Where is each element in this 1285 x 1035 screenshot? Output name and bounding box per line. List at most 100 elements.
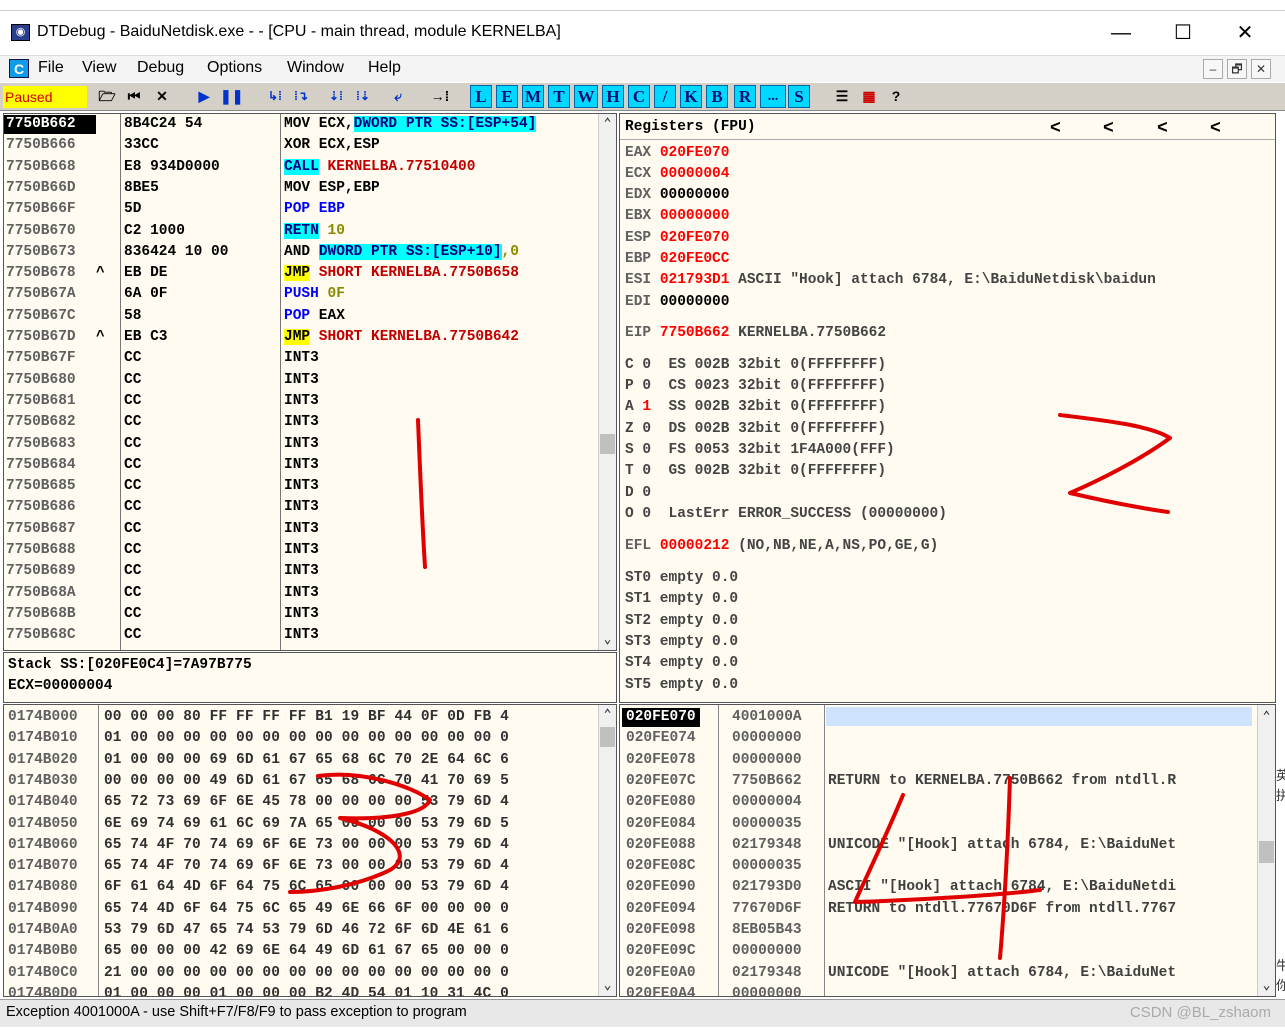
register-line[interactable]: ST0 empty 0.0 bbox=[625, 568, 738, 588]
disasm-row[interactable]: 7750B689 CC INT3 bbox=[4, 561, 604, 582]
menu-window[interactable]: Window bbox=[287, 59, 344, 77]
toolbar-handles-button[interactable]: H bbox=[602, 85, 624, 108]
scroll-up-icon[interactable]: ⌃ bbox=[599, 706, 616, 723]
register-line[interactable]: EAX 020FE070 bbox=[625, 143, 729, 163]
goto-icon[interactable]: →⁞ bbox=[428, 85, 452, 108]
toolbar-log-button[interactable]: L bbox=[470, 85, 492, 108]
scroll-up-icon[interactable]: ⌃ bbox=[1258, 708, 1275, 725]
minimize-button[interactable]: — bbox=[1098, 17, 1144, 51]
disassembly-scrollbar[interactable]: ⌃ ⌄ bbox=[598, 114, 616, 650]
register-line[interactable]: ST1 empty 0.0 bbox=[625, 589, 738, 609]
scroll-down-icon[interactable]: ⌄ bbox=[599, 977, 616, 994]
disasm-row[interactable]: 7750B662 8B4C24 54 MOV ECX,DWORD PTR SS:[E… bbox=[4, 114, 604, 135]
close-icon[interactable]: ✕ bbox=[150, 85, 174, 108]
scroll-down-icon[interactable]: ⌄ bbox=[1258, 977, 1275, 994]
register-line[interactable]: EDI 00000000 bbox=[625, 292, 729, 312]
grid-icon[interactable]: ▦ bbox=[857, 85, 881, 108]
disasm-row[interactable]: 7750B66D 8BE5 MOV ESP,EBP bbox=[4, 178, 604, 199]
register-line[interactable]: EBP 020FE0CC bbox=[625, 249, 729, 269]
register-line[interactable]: T 0 GS 002B 32bit 0(FFFFFFFF) bbox=[625, 461, 886, 481]
toolbar-breakpoints-button[interactable]: B bbox=[706, 85, 728, 108]
disasm-row[interactable]: 7750B687 CC INT3 bbox=[4, 519, 604, 540]
trace-into-icon[interactable]: ⇣⁞ bbox=[324, 85, 348, 108]
toolbar-memory-button[interactable]: M bbox=[522, 85, 544, 108]
toolbar-references-button[interactable]: R bbox=[734, 85, 756, 108]
scroll-down-icon[interactable]: ⌄ bbox=[599, 631, 616, 648]
trace-over-icon[interactable]: ⁞⇣ bbox=[351, 85, 375, 108]
stack-scrollbar[interactable]: ⌃ ⌄ bbox=[1257, 705, 1275, 996]
scroll-thumb[interactable] bbox=[600, 727, 615, 747]
register-line[interactable]: ST2 empty 0.0 bbox=[625, 611, 738, 631]
register-line[interactable]: ST4 empty 0.0 bbox=[625, 653, 738, 673]
step-into-icon[interactable]: ↳⁞ bbox=[263, 85, 287, 108]
maximize-button[interactable]: ☐ bbox=[1160, 17, 1206, 51]
rewind-icon[interactable]: ⏮ bbox=[122, 85, 146, 108]
disasm-row[interactable]: 7750B66F 5D POP EBP bbox=[4, 199, 604, 220]
disasm-row[interactable]: 7750B686 CC INT3 bbox=[4, 497, 604, 518]
disasm-row[interactable]: 7750B682 CC INT3 bbox=[4, 412, 604, 433]
disasm-row[interactable]: 7750B673 836424 10 00 AND DWORD PTR SS:[ES… bbox=[4, 242, 604, 263]
register-line[interactable]: EIP 7750B662 KERNELBA.7750B662 bbox=[625, 323, 886, 343]
dump-scrollbar[interactable]: ⌃ ⌄ bbox=[598, 705, 616, 996]
menu-options[interactable]: Options bbox=[207, 59, 262, 77]
disasm-row[interactable]: 7750B681 CC INT3 bbox=[4, 391, 604, 412]
register-line[interactable]: EFL 00000212 (NO,NB,NE,A,NS,PO,GE,G) bbox=[625, 536, 938, 556]
toolbar-modules-button[interactable]: E bbox=[496, 85, 518, 108]
disasm-row[interactable]: 7750B67D ^ EB C3 JMP SHORT KERNELBA.7750B64… bbox=[4, 327, 604, 348]
disasm-row[interactable]: 7750B68A CC INT3 bbox=[4, 583, 604, 604]
disasm-row[interactable]: 7750B678 ^ EB DE JMP SHORT KERNELBA.7750B65… bbox=[4, 263, 604, 284]
disasm-row[interactable]: 7750B683 CC INT3 bbox=[4, 434, 604, 455]
stack-pane[interactable]: 020FE070 4001000A 020FE074 00000000 020FE078… bbox=[619, 704, 1276, 997]
menu-view[interactable]: View bbox=[82, 59, 116, 77]
disasm-row[interactable]: 7750B670 C2 1000 RETN 10 bbox=[4, 221, 604, 242]
register-line[interactable]: C 0 ES 002B 32bit 0(FFFFFFFF) bbox=[625, 355, 886, 375]
register-line[interactable]: Z 0 DS 002B 32bit 0(FFFFFFFF) bbox=[625, 419, 886, 439]
chevron-left-icon[interactable]: < bbox=[1050, 119, 1061, 139]
toolbar-source-button[interactable]: S bbox=[788, 85, 810, 108]
disasm-row[interactable]: 7750B688 CC INT3 bbox=[4, 540, 604, 561]
toolbar-runtrace-button[interactable]: ... bbox=[760, 85, 786, 108]
chevron-left-icon[interactable]: < bbox=[1103, 119, 1114, 139]
scroll-up-icon[interactable]: ⌃ bbox=[599, 115, 616, 132]
memory-dump-pane[interactable]: 0174B000 00 00 00 80 FF FF FF FF B1 19 BF… bbox=[3, 704, 617, 997]
mdi-minimize-button[interactable]: – bbox=[1203, 59, 1223, 79]
step-over-icon[interactable]: ⁞↴ bbox=[289, 85, 313, 108]
register-line[interactable]: ESI 021793D1 ASCII "Hook] attach 6784, E… bbox=[625, 270, 1156, 290]
disassembly-pane[interactable]: 7750B662 8B4C24 54 MOV ECX,DWORD PTR SS:[E… bbox=[3, 113, 617, 651]
disasm-row[interactable]: 7750B68C CC INT3 bbox=[4, 625, 604, 646]
register-line[interactable]: D 0 bbox=[625, 483, 651, 503]
toolbar-windows-button[interactable]: W bbox=[574, 85, 598, 108]
disasm-row[interactable]: 7750B68B CC INT3 bbox=[4, 604, 604, 625]
register-line[interactable]: EBX 00000000 bbox=[625, 206, 729, 226]
menu-help[interactable]: Help bbox=[368, 59, 401, 77]
execute-till-return-icon[interactable]: ⤶ bbox=[386, 85, 410, 108]
scroll-thumb[interactable] bbox=[1259, 841, 1274, 863]
list-icon[interactable]: ☰ bbox=[830, 85, 854, 108]
toolbar-threads-button[interactable]: T bbox=[548, 85, 570, 108]
chevron-left-icon[interactable]: < bbox=[1210, 119, 1221, 139]
open-icon[interactable]: 🗁 bbox=[95, 85, 119, 108]
menu-debug[interactable]: Debug bbox=[137, 59, 184, 77]
mdi-close-button[interactable]: ✕ bbox=[1251, 59, 1271, 79]
register-line[interactable]: EDX 00000000 bbox=[625, 185, 729, 205]
scroll-thumb[interactable] bbox=[600, 434, 615, 454]
disasm-row[interactable]: 7750B685 CC INT3 bbox=[4, 476, 604, 497]
toolbar-cpu-button[interactable]: C bbox=[628, 85, 650, 108]
toolbar-patches-button[interactable]: / bbox=[654, 85, 676, 108]
register-line[interactable]: O 0 LastErr ERROR_SUCCESS (00000000) bbox=[625, 504, 947, 524]
menu-file[interactable]: File bbox=[38, 59, 64, 77]
pause-icon[interactable]: ❚❚ bbox=[219, 85, 243, 108]
run-icon[interactable]: ▶ bbox=[193, 85, 215, 108]
register-line[interactable]: ECX 00000004 bbox=[625, 164, 729, 184]
disasm-row[interactable]: 7750B684 CC INT3 bbox=[4, 455, 604, 476]
close-window-button[interactable]: ✕ bbox=[1222, 17, 1268, 51]
register-line[interactable]: ST5 empty 0.0 bbox=[625, 675, 738, 695]
disasm-row[interactable]: 7750B680 CC INT3 bbox=[4, 370, 604, 391]
register-line[interactable]: S 0 FS 0053 32bit 1F4A000(FFF) bbox=[625, 440, 895, 460]
register-line[interactable]: ESP 020FE070 bbox=[625, 228, 729, 248]
cpu-window-icon[interactable]: C bbox=[9, 59, 29, 78]
help-icon[interactable]: ? bbox=[884, 85, 908, 108]
disasm-row[interactable]: 7750B67A 6A 0F PUSH 0F bbox=[4, 284, 604, 305]
disasm-row[interactable]: 7750B67C 58 POP EAX bbox=[4, 306, 604, 327]
register-line[interactable]: A 1 SS 002B 32bit 0(FFFFFFFF) bbox=[625, 397, 886, 417]
